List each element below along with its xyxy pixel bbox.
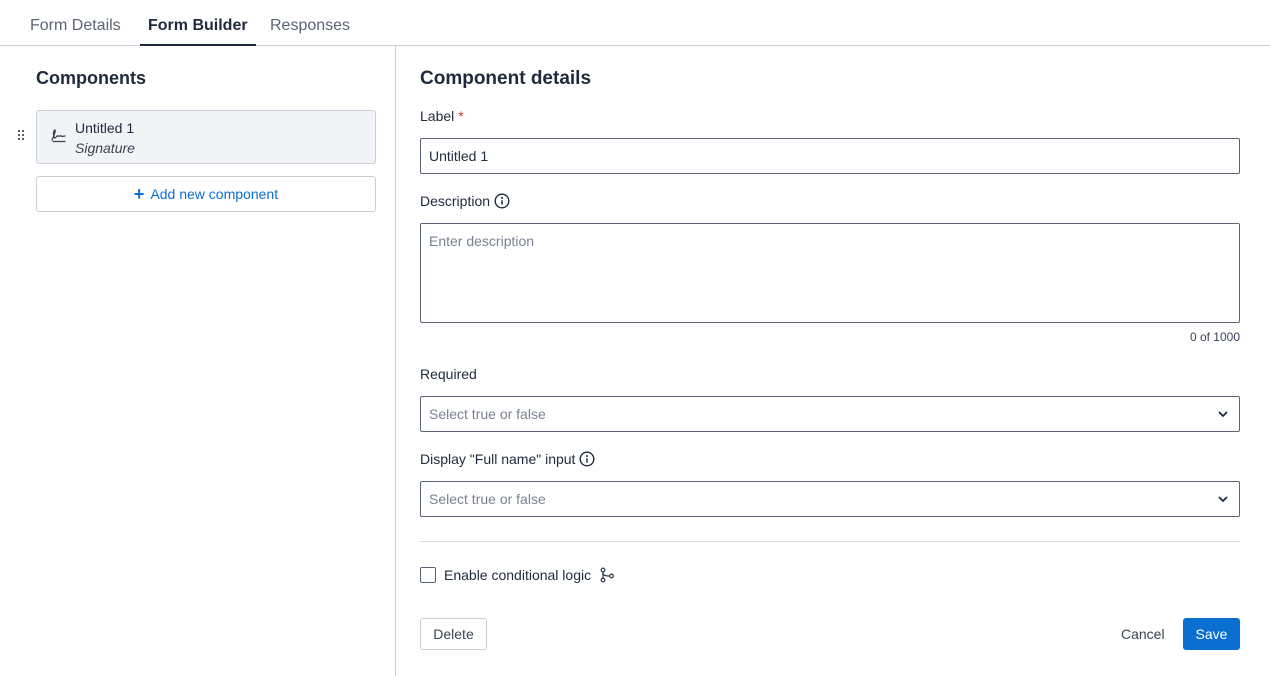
- save-button[interactable]: Save: [1183, 618, 1240, 650]
- info-icon[interactable]: [494, 193, 510, 209]
- full-name-field-label: Display "Full name" input: [420, 451, 595, 467]
- description-field-label: Description: [420, 193, 510, 209]
- chevron-down-icon: [1218, 411, 1228, 417]
- tab-bar: Form Details Form Builder Responses: [0, 0, 1270, 46]
- required-asterisk: *: [458, 108, 464, 124]
- conditional-logic-label[interactable]: Enable conditional logic: [444, 567, 591, 583]
- add-new-component-button[interactable]: + Add new component: [36, 176, 376, 212]
- required-select[interactable]: Select true or false: [420, 396, 1240, 432]
- add-new-component-label: Add new component: [150, 186, 279, 202]
- description-label-text: Description: [420, 193, 491, 209]
- tab-form-builder[interactable]: Form Builder: [140, 0, 256, 46]
- required-select-placeholder: Select true or false: [429, 406, 546, 422]
- signature-icon: [51, 129, 66, 143]
- component-details-panel: Component details Label * Untitled 1 Des…: [397, 46, 1270, 676]
- plus-icon: +: [133, 184, 145, 204]
- components-sidebar: Components Untitled 1 Signature + Add new…: [0, 46, 396, 676]
- full-name-label-text: Display "Full name" input: [420, 451, 576, 467]
- delete-button[interactable]: Delete: [420, 618, 487, 650]
- branch-icon: [600, 567, 615, 583]
- conditional-logic-row: Enable conditional logic: [420, 567, 615, 583]
- required-field-label: Required: [420, 366, 477, 382]
- info-icon[interactable]: [579, 451, 595, 467]
- character-counter: 0 of 1000: [1189, 330, 1240, 344]
- cancel-button[interactable]: Cancel: [1121, 618, 1165, 650]
- label-field-text: Label: [420, 108, 455, 124]
- chevron-down-icon: [1218, 496, 1228, 502]
- full-name-select[interactable]: Select true or false: [420, 481, 1240, 517]
- description-textarea[interactable]: Enter description: [420, 223, 1240, 323]
- component-type: Signature: [75, 140, 135, 156]
- sidebar-title: Components: [36, 68, 146, 88]
- divider: [420, 541, 1240, 542]
- drag-handle-icon[interactable]: [17, 130, 27, 144]
- tab-form-details[interactable]: Form Details: [22, 0, 129, 46]
- panel-title: Component details: [420, 68, 592, 89]
- component-list-item[interactable]: Untitled 1 Signature: [36, 110, 376, 164]
- label-input[interactable]: Untitled 1: [420, 138, 1240, 174]
- component-name: Untitled 1: [75, 120, 135, 136]
- label-field-label: Label *: [420, 108, 464, 124]
- tab-responses[interactable]: Responses: [262, 0, 358, 46]
- full-name-select-placeholder: Select true or false: [429, 491, 546, 507]
- conditional-logic-checkbox[interactable]: [420, 567, 436, 583]
